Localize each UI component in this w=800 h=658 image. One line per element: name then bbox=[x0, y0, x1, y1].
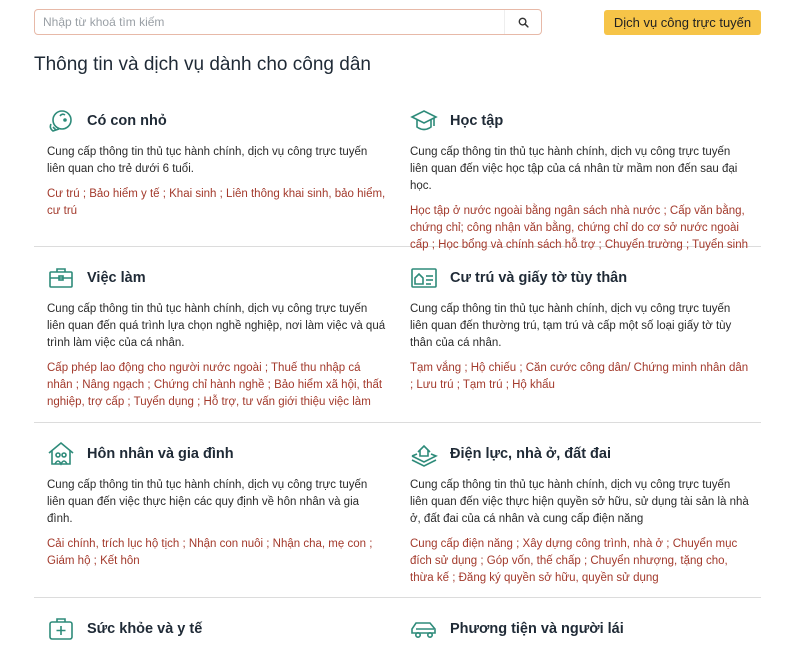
link-tuyen-sinh[interactable]: Tuyển sinh bbox=[692, 239, 748, 251]
search-box bbox=[34, 9, 542, 35]
category-card-hoc-tap: Học tập Cung cấp thông tin thủ tục hành … bbox=[397, 106, 760, 251]
category-row: Hôn nhân và gia đình Cung cấp thông tin … bbox=[34, 423, 761, 598]
category-card-phuong-tien: Phương tiện và người lái bbox=[397, 614, 760, 658]
category-title[interactable]: Cư trú và giấy tờ tùy thân bbox=[450, 270, 627, 286]
category-description: Cung cấp thông tin thủ tục hành chính, d… bbox=[410, 479, 749, 525]
link-giam-ho[interactable]: Giám hộ bbox=[47, 555, 90, 567]
link-ket-hon[interactable]: Kết hôn bbox=[100, 555, 140, 567]
category-card-co-con-nho: Có con nhỏ Cung cấp thông tin thủ tục hà… bbox=[34, 106, 397, 246]
link-ho-khau[interactable]: Hộ khẩu bbox=[512, 379, 555, 391]
category-description: Cung cấp thông tin thủ tục hành chính, d… bbox=[410, 146, 738, 192]
category-title[interactable]: Phương tiện và người lái bbox=[450, 621, 624, 637]
family-house-icon bbox=[48, 441, 74, 466]
category-links: Cư trú ; Bảo hiểm y tế ; Khai sinh ; Liê… bbox=[47, 188, 386, 217]
link-tam-tru[interactable]: Tạm trú bbox=[463, 379, 503, 391]
link-gop-von[interactable]: Góp vốn, thế chấp bbox=[487, 555, 581, 567]
briefcase-icon bbox=[49, 268, 73, 288]
link-ho-tro-viec-lam[interactable]: Hỗ trợ, tư vấn giới thiệu việc làm bbox=[204, 396, 371, 408]
link-xay-dung-cong-trinh[interactable]: Xây dựng công trình, nhà ở bbox=[523, 538, 664, 550]
medical-kit-icon bbox=[49, 618, 73, 640]
category-title[interactable]: Việc làm bbox=[87, 270, 146, 286]
link-ho-chieu[interactable]: Hộ chiếu bbox=[471, 362, 516, 374]
link-nang-ngach[interactable]: Nâng ngạch bbox=[82, 379, 144, 391]
category-links: Cung cấp điện năng ; Xây dựng công trình… bbox=[410, 538, 738, 584]
search-icon bbox=[518, 17, 529, 28]
link-tuyen-dung[interactable]: Tuyển dụng bbox=[134, 396, 194, 408]
category-description: Cung cấp thông tin thủ tục hành chính, d… bbox=[47, 303, 386, 349]
link-chung-chi-hanh-nghe[interactable]: Chứng chỉ hành nghề bbox=[154, 379, 265, 391]
link-cu-tru[interactable]: Cư trú bbox=[47, 188, 80, 200]
category-card-hon-nhan: Hôn nhân và gia đình Cung cấp thông tin … bbox=[34, 439, 397, 597]
category-links: Học tập ở nước ngoài bằng ngân sách nhà … bbox=[410, 205, 748, 251]
category-row: Có con nhỏ Cung cấp thông tin thủ tục hà… bbox=[34, 90, 761, 251]
category-row: Việc làm Cung cấp thông tin thủ tục hành… bbox=[34, 247, 761, 423]
category-card-suc-khoe: Sức khỏe và y tế bbox=[34, 614, 397, 658]
category-title[interactable]: Có con nhỏ bbox=[87, 113, 167, 129]
category-row: Sức khỏe và y tế Phương tiện và người lá… bbox=[34, 598, 761, 658]
link-tam-vang[interactable]: Tạm vắng bbox=[410, 362, 461, 374]
link-hoc-tap-nuoc-ngoai[interactable]: Học tập ở nước ngoài bằng ngân sách nhà … bbox=[410, 205, 660, 217]
link-bao-hiem-y-te[interactable]: Bảo hiểm y tế bbox=[89, 188, 159, 200]
link-cung-cap-dien-nang[interactable]: Cung cấp điện năng bbox=[410, 538, 513, 550]
category-links: Tạm vắng ; Hộ chiếu ; Căn cước công dân/… bbox=[410, 362, 749, 391]
link-chuyen-truong[interactable]: Chuyển trường bbox=[605, 239, 683, 251]
category-links: Cải chính, trích lục hộ tịch ; Nhận con … bbox=[47, 538, 373, 567]
graduation-cap-icon bbox=[410, 110, 438, 131]
category-title[interactable]: Điện lực, nhà ở, đất đai bbox=[450, 446, 611, 462]
id-card-icon bbox=[411, 268, 437, 288]
car-icon bbox=[411, 622, 436, 638]
category-grid: Có con nhỏ Cung cấp thông tin thủ tục hà… bbox=[34, 90, 761, 658]
link-nhan-con-nuoi[interactable]: Nhận con nuôi bbox=[189, 538, 263, 550]
search-input[interactable] bbox=[35, 10, 505, 34]
link-nhan-cha-me-con[interactable]: Nhận cha, mẹ con bbox=[273, 538, 366, 550]
category-description: Cung cấp thông tin thủ tục hành chính, d… bbox=[47, 146, 368, 175]
link-dang-ky-quyen[interactable]: Đăng ký quyền sở hữu, quyền sử dụng bbox=[459, 572, 659, 584]
category-card-cu-tru: Cư trú và giấy tờ tùy thân Cung cấp thôn… bbox=[397, 263, 760, 422]
baby-icon bbox=[49, 110, 72, 132]
category-description: Cung cấp thông tin thủ tục hành chính, d… bbox=[47, 479, 368, 525]
link-cap-phep-lao-dong[interactable]: Cấp phép lao động cho người nước ngoài bbox=[47, 362, 262, 374]
category-title[interactable]: Học tập bbox=[450, 113, 503, 129]
land-house-icon bbox=[411, 444, 438, 467]
category-description: Cung cấp thông tin thủ tục hành chính, d… bbox=[410, 303, 732, 349]
link-hoc-bong[interactable]: Học bổng và chính sách hỗ trợ bbox=[438, 239, 595, 251]
link-can-cuoc[interactable]: Căn cước công dân/ Chứng minh nhân dân bbox=[526, 362, 748, 374]
page-title: Thông tin và dịch vụ dành cho công dân bbox=[34, 54, 371, 75]
category-card-dien-luc: Điện lực, nhà ở, đất đai Cung cấp thông … bbox=[397, 439, 760, 597]
category-links: Cấp phép lao động cho người nước ngoài ;… bbox=[47, 362, 383, 408]
link-khai-sinh[interactable]: Khai sinh bbox=[169, 188, 216, 200]
category-card-viec-lam: Việc làm Cung cấp thông tin thủ tục hành… bbox=[34, 263, 397, 422]
online-services-button[interactable]: Dịch vụ công trực tuyến bbox=[604, 10, 761, 35]
category-title[interactable]: Hôn nhân và gia đình bbox=[87, 446, 234, 462]
link-luu-tru[interactable]: Lưu trú bbox=[416, 379, 453, 391]
search-button[interactable] bbox=[504, 10, 541, 34]
category-title[interactable]: Sức khỏe và y tế bbox=[87, 621, 202, 637]
link-cai-chinh-ho-tich[interactable]: Cải chính, trích lục hộ tịch bbox=[47, 538, 179, 550]
